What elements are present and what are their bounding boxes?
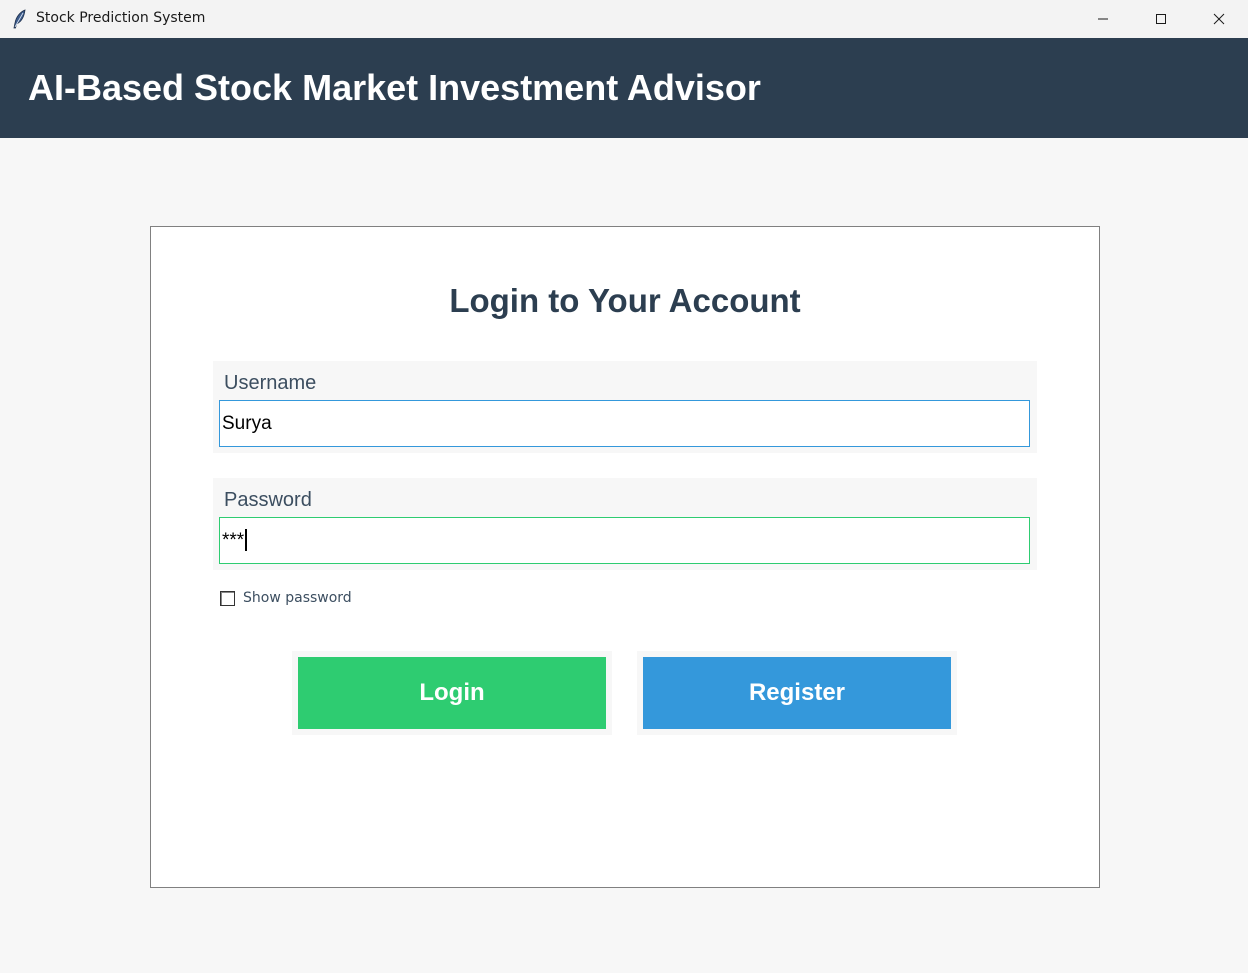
- app-title: AI-Based Stock Market Investment Advisor: [28, 67, 761, 108]
- login-title: Login to Your Account: [449, 282, 801, 319]
- login-button-frame: Login: [292, 651, 612, 735]
- show-password-label: Show password: [243, 590, 352, 606]
- show-password-option[interactable]: Show password: [220, 590, 352, 606]
- username-value: Surya: [222, 413, 272, 434]
- title-bar: Stock Prediction System: [0, 0, 1248, 38]
- password-value: ***: [222, 530, 245, 551]
- maximize-button[interactable]: [1132, 0, 1190, 38]
- close-button[interactable]: [1190, 0, 1248, 38]
- show-password-checkbox[interactable]: [220, 590, 235, 606]
- login-card: Login to Your Account Username Surya Pas…: [150, 226, 1100, 888]
- window-title: Stock Prediction System: [36, 10, 206, 26]
- username-group: Username Surya: [213, 361, 1037, 453]
- password-label: Password: [224, 489, 312, 511]
- close-icon: [1213, 13, 1225, 25]
- maximize-icon: [1156, 14, 1166, 24]
- app-header: AI-Based Stock Market Investment Advisor: [0, 38, 1248, 138]
- username-input[interactable]: Surya: [219, 400, 1030, 447]
- minimize-icon: [1098, 18, 1108, 20]
- minimize-button[interactable]: [1074, 0, 1132, 38]
- text-cursor: [245, 528, 248, 551]
- register-button[interactable]: Register: [643, 657, 951, 729]
- password-group: Password ***: [213, 478, 1037, 570]
- feather-icon: [12, 9, 28, 29]
- username-label: Username: [224, 372, 317, 394]
- password-input[interactable]: ***: [219, 517, 1030, 564]
- register-button-frame: Register: [637, 651, 957, 735]
- login-button[interactable]: Login: [298, 657, 606, 729]
